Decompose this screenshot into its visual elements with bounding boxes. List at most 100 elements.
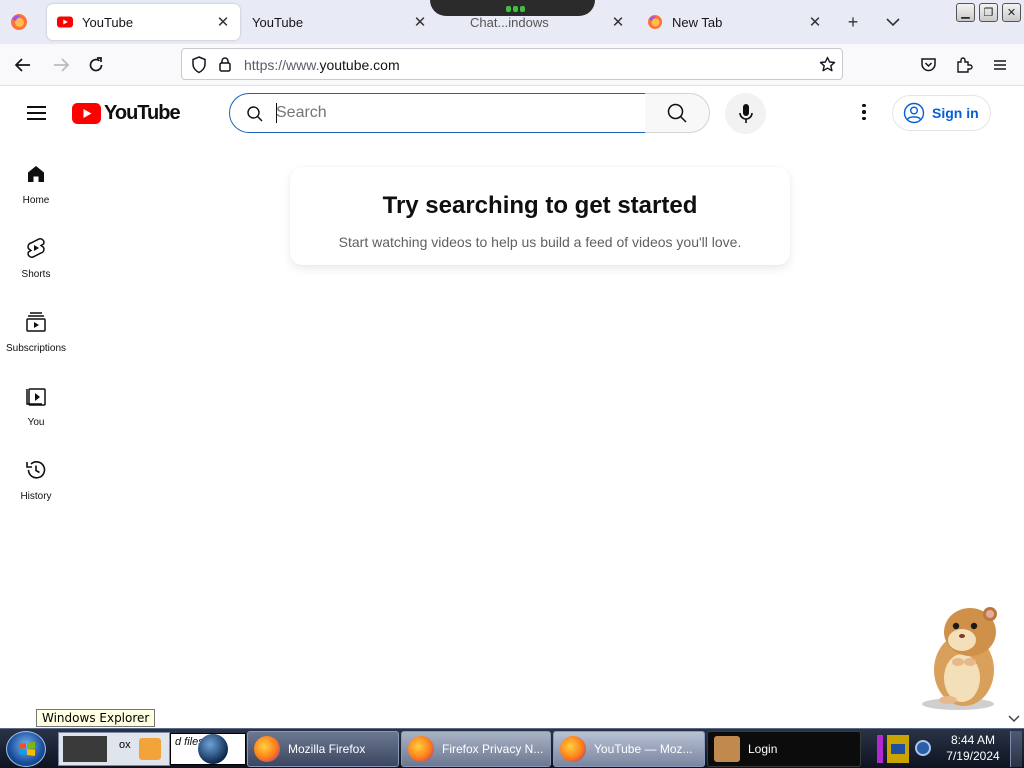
puzzle-icon: [957, 57, 973, 73]
chevron-down-icon: [1008, 715, 1020, 723]
pocket-button[interactable]: [915, 52, 941, 78]
windows-taskbar: ox d files Mozilla Firefox Firefox Priva…: [0, 728, 1024, 768]
plus-icon: +: [847, 11, 859, 32]
tab-label: YouTube: [82, 14, 134, 30]
tab-close-icon[interactable]: ✕: [409, 11, 431, 33]
empty-feed-prompt-card: Try searching to get started Start watch…: [290, 167, 790, 265]
tray-app-icon[interactable]: [887, 735, 909, 763]
network-icon[interactable]: [915, 740, 931, 756]
firefox-view-button[interactable]: [6, 10, 32, 34]
app-menu-button[interactable]: [987, 52, 1013, 78]
minimize-button[interactable]: ▁: [956, 3, 975, 22]
scrollbar-down-arrow[interactable]: [1008, 712, 1022, 726]
search-icon: [667, 103, 687, 123]
url-prefix: https://www.: [244, 57, 320, 73]
tab-close-icon[interactable]: ✕: [212, 11, 234, 33]
tab-label: Chat...indows: [470, 14, 549, 30]
prompt-title: Try searching to get started: [382, 192, 698, 219]
extensions-button[interactable]: [951, 52, 977, 78]
firefox-icon: [560, 736, 586, 762]
clock-date: 7/19/2024: [946, 749, 1000, 763]
guide-item-shorts[interactable]: Shorts: [0, 236, 72, 306]
guide-item-subscriptions[interactable]: Subscriptions: [0, 310, 72, 380]
microphone-icon: [738, 103, 753, 123]
tray-indicator: [877, 735, 883, 763]
taskbar-label: Mozilla Firefox: [288, 742, 366, 756]
guide-label: History: [20, 491, 52, 502]
settings-more-button[interactable]: [852, 100, 876, 124]
firefox-icon: [11, 14, 27, 30]
clock-time: 8:44 AM: [950, 733, 996, 747]
taskbar-item-firefox-privacy[interactable]: Firefox Privacy N...: [401, 731, 551, 767]
guide-label: Shorts: [21, 269, 51, 280]
minimize-icon: ▁: [961, 7, 970, 19]
reload-button[interactable]: [83, 52, 109, 78]
tab-youtube[interactable]: YouTube ✕: [242, 4, 437, 40]
guide-item-you[interactable]: You: [0, 384, 72, 454]
list-all-tabs-button[interactable]: [882, 11, 904, 33]
restore-icon: ❐: [983, 7, 994, 19]
lock-icon[interactable]: [218, 56, 232, 72]
home-icon: [28, 166, 44, 182]
star-bookmark-icon[interactable]: [819, 56, 836, 73]
guide-label: Subscriptions: [5, 343, 67, 354]
guide-menu-button[interactable]: [21, 98, 51, 128]
browser-navigation-bar: https://www.youtube.com: [0, 44, 1024, 86]
start-button[interactable]: [6, 731, 46, 767]
tab-label: New Tab: [672, 14, 723, 30]
show-desktop-button[interactable]: [1010, 731, 1022, 767]
firefox-icon: [408, 736, 434, 762]
url-host: youtube.com: [319, 57, 400, 73]
reload-icon: [89, 57, 103, 72]
quick-launch-app-icon[interactable]: [63, 736, 107, 762]
taskbar-item-firefox[interactable]: Mozilla Firefox: [247, 731, 399, 767]
shield-icon[interactable]: [191, 56, 207, 74]
url-text[interactable]: https://www.youtube.com: [244, 57, 400, 73]
search-box[interactable]: [229, 93, 646, 133]
new-tab-button[interactable]: +: [842, 11, 864, 33]
text-caret: [276, 103, 277, 123]
tab-chat-windows[interactable]: Chat...indows ✕: [440, 4, 635, 40]
firefox-icon: [254, 736, 280, 762]
media-player-icon[interactable]: [139, 738, 161, 760]
arrow-right-icon: [54, 58, 70, 72]
youtube-logo[interactable]: YouTube: [72, 102, 181, 125]
guide-label: You: [27, 417, 45, 428]
tab-close-icon[interactable]: ✕: [804, 11, 826, 33]
guide-label: Home: [22, 195, 50, 206]
back-button[interactable]: [10, 52, 36, 78]
restore-button[interactable]: ❐: [979, 3, 998, 22]
search-icon: [247, 106, 263, 122]
menu-icon: [994, 60, 1006, 70]
shorts-icon: [27, 238, 45, 258]
guide-item-history[interactable]: History: [0, 458, 72, 528]
voice-search-button[interactable]: [725, 93, 766, 134]
subscriptions-icon: [26, 312, 46, 332]
taskbar-clock[interactable]: 8:44 AM 7/19/2024: [938, 732, 1008, 764]
address-bar[interactable]: https://www.youtube.com: [181, 48, 843, 80]
prompt-subtitle: Start watching videos to help us build a…: [338, 234, 742, 250]
search-input[interactable]: [276, 102, 636, 124]
forward-button[interactable]: [48, 52, 74, 78]
guide-item-home[interactable]: Home: [0, 162, 72, 232]
youtube-favicon-icon: [57, 16, 73, 28]
close-icon: ✕: [1006, 7, 1017, 19]
globe-icon[interactable]: [198, 734, 228, 764]
firefox-favicon-icon: [648, 15, 662, 29]
sign-in-button[interactable]: Sign in: [892, 95, 991, 131]
quick-launch-area: ox: [58, 732, 170, 766]
quick-launch-text[interactable]: ox: [119, 739, 131, 751]
search-button[interactable]: [645, 93, 710, 133]
close-window-button[interactable]: ✕: [1002, 3, 1021, 22]
account-circle-icon: [903, 102, 925, 124]
taskbar-item-youtube-firefox[interactable]: YouTube — Moz...: [553, 731, 705, 767]
hamster-desktop-buddy[interactable]: [918, 600, 1010, 712]
history-icon: [26, 461, 46, 479]
tab-close-icon[interactable]: ✕: [607, 11, 629, 33]
hamster-icon: [714, 736, 740, 762]
tab-new-tab[interactable]: New Tab ✕: [637, 4, 832, 40]
taskbar-item-login[interactable]: Login: [707, 731, 861, 767]
logo-wordmark: YouTube: [104, 102, 181, 124]
taskbar-label: YouTube — Moz...: [594, 742, 693, 756]
tab-youtube-active[interactable]: YouTube ✕: [47, 4, 240, 40]
